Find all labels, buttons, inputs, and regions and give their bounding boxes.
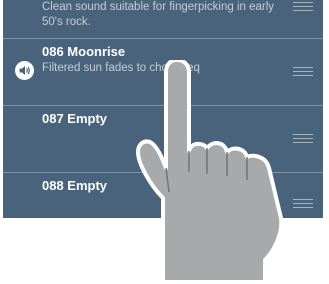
speaker-icon [15,61,34,80]
preset-title: 088 Empty [42,178,108,193]
drag-handle-icon[interactable] [293,134,313,143]
preset-title: 086 Moonrise [42,44,126,59]
preset-title: 087 Empty [42,111,108,126]
drag-handle-icon[interactable] [293,199,313,208]
drag-handle-icon[interactable] [293,2,313,11]
pointing-hand-icon [136,60,284,284]
drag-handle-icon[interactable] [293,67,313,76]
preset-row-prev[interactable]: Clean sound suitable for fingerpicking i… [3,0,323,38]
preset-description: Clean sound suitable for fingerpicking i… [42,1,275,28]
